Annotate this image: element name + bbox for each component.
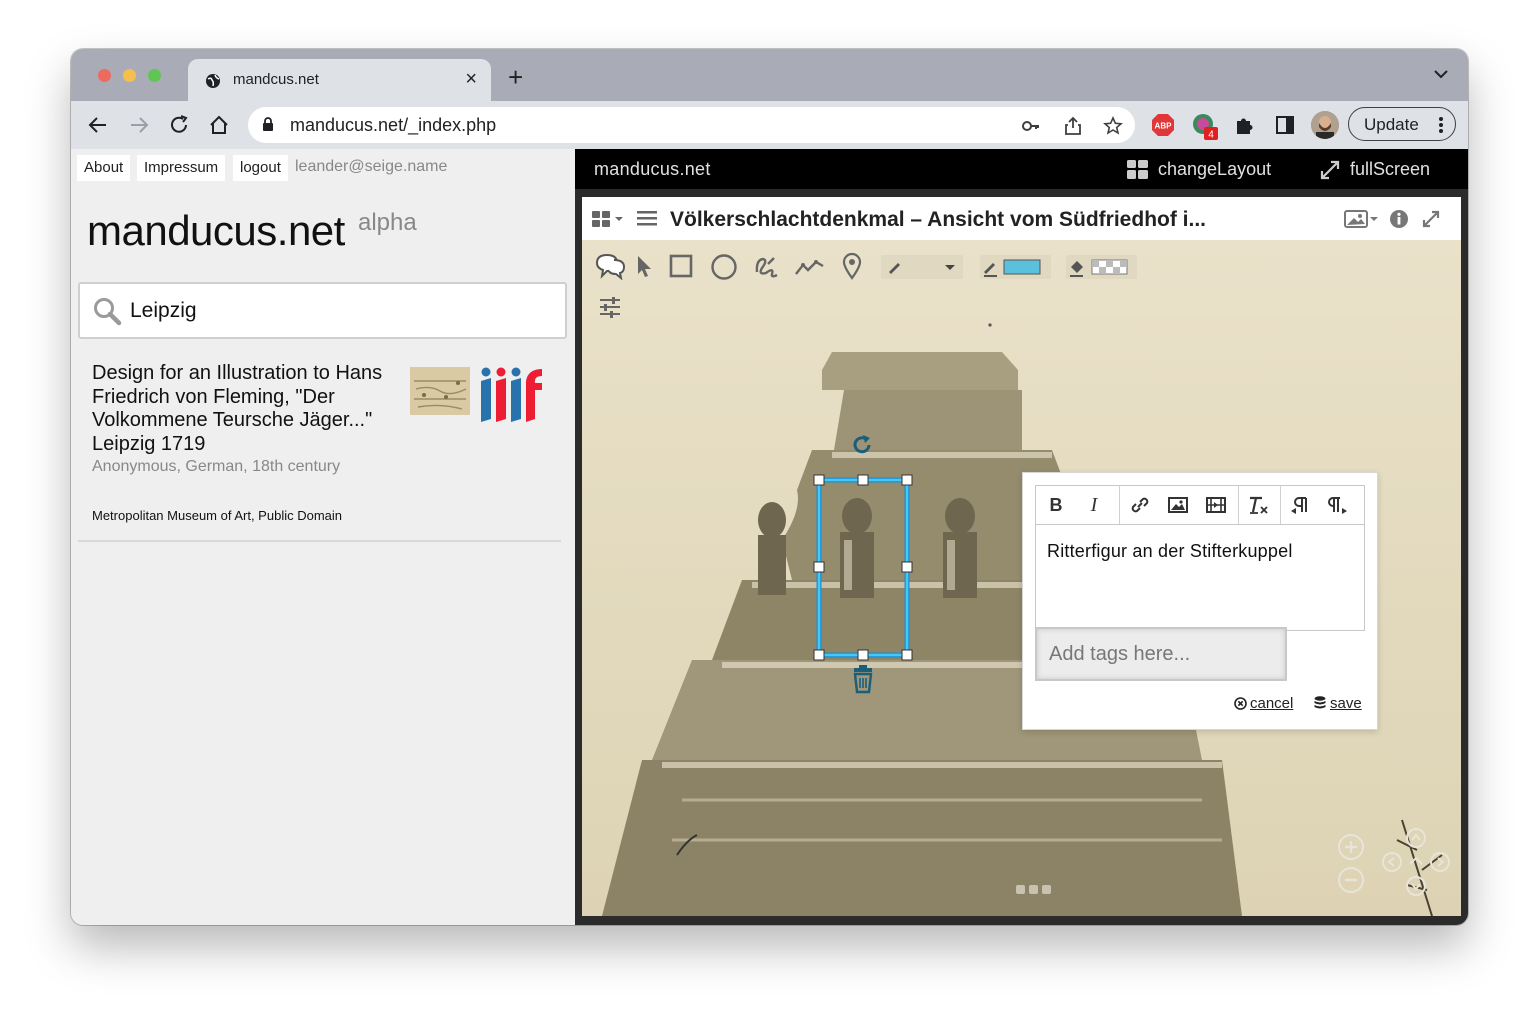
tags-input[interactable] — [1037, 629, 1285, 679]
annotation-editor: B I Ritterfigur an der Stifterkuppel Add… — [1022, 472, 1378, 730]
browser-toolbar: manducus.net/_index.php ABP 4 Update — [71, 101, 1468, 150]
rtl-paragraph-icon[interactable] — [1288, 494, 1312, 516]
url-text: manducus.net/_index.php — [290, 115, 497, 135]
video-icon[interactable] — [1204, 494, 1228, 516]
pointer-tool-icon[interactable] — [635, 254, 653, 278]
save-button[interactable]: save — [1330, 695, 1362, 712]
site-logo: manducus.net — [87, 207, 345, 254]
chevron-down-icon[interactable] — [1434, 69, 1448, 79]
database-save-icon — [1314, 696, 1326, 709]
link-icon[interactable] — [1128, 494, 1152, 516]
update-label: Update — [1364, 115, 1419, 134]
change-layout-button[interactable]: changeLayout — [1158, 159, 1271, 180]
stroke-color-picker[interactable] — [980, 255, 1051, 279]
fullscreen-button[interactable]: fullScreen — [1350, 159, 1430, 180]
adblock-icon[interactable]: ABP — [1151, 113, 1175, 137]
tags-field[interactable] — [1035, 627, 1287, 681]
tab-close-icon[interactable]: × — [465, 68, 477, 91]
image-tools-icon[interactable] — [1344, 209, 1380, 229]
image-canvas[interactable]: B I Ritterfigur an der Stifterkuppel Add… — [582, 240, 1461, 916]
stroke-width-select[interactable] — [881, 255, 963, 279]
viewer-brand: manducus.net — [594, 159, 711, 179]
lock-icon — [263, 117, 273, 131]
forward-icon[interactable] — [127, 113, 151, 137]
nav-logout-link[interactable]: logout — [233, 155, 288, 181]
fill-color-picker[interactable] — [1066, 255, 1137, 279]
search-box[interactable]: Leipzig — [78, 282, 567, 339]
polyline-tool-icon[interactable] — [794, 256, 826, 278]
settings-sliders-icon[interactable] — [598, 296, 622, 318]
layout-grid-icon[interactable] — [1127, 160, 1148, 179]
iiif-logo-icon[interactable] — [480, 367, 544, 423]
cancel-button[interactable]: cancel — [1250, 695, 1293, 712]
rich-text-editor[interactable]: B I Ritterfigur an der Stifterkuppel — [1035, 485, 1365, 631]
color-extension-icon[interactable]: 4 — [1192, 113, 1218, 141]
browser-tab[interactable]: mandcus.net × — [188, 59, 491, 101]
annotation-text[interactable]: Ritterfigur an der Stifterkuppel — [1047, 541, 1293, 562]
result-credit: Metropolitan Museum of Art, Public Domai… — [92, 508, 342, 523]
result-subtitle: Anonymous, German, 18th century — [92, 458, 341, 475]
rectangle-tool-icon[interactable] — [669, 254, 693, 278]
tab-strip: mandcus.net × + — [71, 49, 1468, 101]
window-layout-icon[interactable] — [592, 210, 628, 228]
menu-icon[interactable] — [637, 210, 657, 227]
maximize-window-icon[interactable] — [1421, 209, 1441, 229]
search-icon — [94, 298, 122, 326]
close-window-button[interactable] — [98, 69, 111, 82]
left-panel: About Impressum logout leander@seige.nam… — [71, 149, 575, 925]
update-button[interactable]: Update — [1348, 107, 1456, 141]
new-tab-button[interactable]: + — [508, 64, 523, 90]
result-thumbnail[interactable] — [410, 367, 470, 415]
browser-window: mandcus.net × + manducus.net/_index.php … — [71, 49, 1468, 925]
key-icon[interactable] — [1021, 116, 1041, 136]
cancel-icon — [1234, 697, 1247, 710]
back-icon[interactable] — [86, 113, 110, 137]
editor-toolbar: B I — [1036, 486, 1364, 525]
globe-icon — [206, 74, 220, 88]
delete-trash-icon[interactable] — [853, 665, 873, 694]
user-email: leander@seige.name — [295, 158, 448, 175]
image-viewer[interactable]: Völkerschlachtdenkmal – Ansicht vom Südf… — [582, 197, 1461, 916]
italic-icon[interactable]: I — [1082, 494, 1106, 516]
viewer-header: Völkerschlachtdenkmal – Ansicht vom Südf… — [582, 197, 1461, 241]
viewer-topbar: manducus.net changeLayout fullScreen — [575, 149, 1468, 189]
expand-icon[interactable] — [1320, 160, 1340, 180]
zoom-window-button[interactable] — [148, 69, 161, 82]
pin-tool-icon[interactable] — [841, 252, 863, 280]
result-divider — [78, 540, 561, 542]
puzzle-icon[interactable] — [1233, 113, 1257, 137]
minimize-window-button[interactable] — [123, 69, 136, 82]
circle-tool-icon[interactable] — [710, 253, 738, 281]
svg-text:4: 4 — [1208, 130, 1214, 141]
toolbar-divider — [1119, 486, 1120, 524]
pagination-dots[interactable] — [1016, 885, 1051, 894]
info-icon[interactable] — [1389, 209, 1409, 229]
reload-icon[interactable] — [167, 113, 191, 137]
ltr-paragraph-icon[interactable] — [1326, 494, 1350, 516]
image-icon[interactable] — [1166, 494, 1190, 516]
toolbar-divider — [1238, 486, 1239, 524]
nav-impressum-link[interactable]: Impressum — [137, 155, 226, 181]
svg-text:ABP: ABP — [1155, 122, 1173, 131]
share-icon[interactable] — [1063, 116, 1083, 136]
result-title[interactable]: Design for an Illustration to Hans Fried… — [92, 362, 397, 456]
toolbar-divider — [1280, 486, 1281, 524]
tab-title: mandcus.net — [233, 71, 319, 88]
viewer-panel: manducus.net changeLayout fullScreen Völ… — [575, 149, 1468, 925]
more-vert-icon — [1439, 117, 1443, 133]
bookmark-star-icon[interactable] — [1103, 116, 1123, 136]
clear-formatting-icon[interactable] — [1246, 494, 1270, 516]
logo-alpha: alpha — [358, 209, 417, 236]
avatar[interactable] — [1311, 111, 1339, 139]
comment-tool-icon[interactable] — [594, 252, 626, 280]
nav-about-link[interactable]: About — [77, 155, 131, 181]
side-panel-icon[interactable] — [1273, 113, 1297, 137]
freehand-tool-icon[interactable] — [754, 254, 780, 280]
bold-icon[interactable]: B — [1044, 494, 1068, 516]
search-input[interactable]: Leipzig — [130, 299, 197, 323]
viewer-title: Völkerschlachtdenkmal – Ansicht vom Südf… — [670, 208, 1207, 231]
home-icon[interactable] — [207, 113, 231, 137]
address-bar[interactable]: manducus.net/_index.php — [248, 107, 1135, 143]
